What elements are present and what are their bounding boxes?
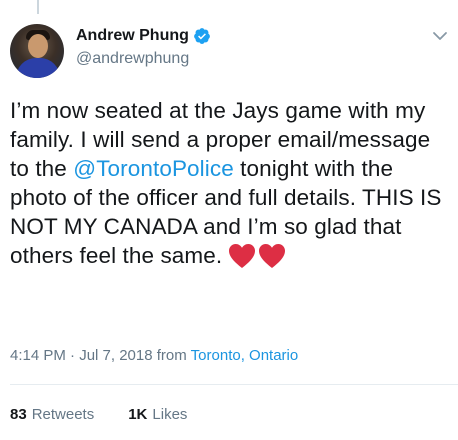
likes-label: Likes: [152, 406, 188, 423]
tweet-stats: 83 Retweets 1K Likes: [10, 406, 187, 423]
retweets-count: 83: [10, 406, 27, 423]
avatar[interactable]: [10, 24, 64, 78]
tweet-text: I’m now seated at the Jays game with my …: [10, 96, 450, 276]
tweet-timestamp[interactable]: 4:14 PM · Jul 7, 2018: [10, 347, 153, 364]
red-heart-icon: [228, 243, 256, 269]
thread-connector-line: [37, 0, 39, 14]
chevron-down-icon[interactable]: [432, 28, 448, 44]
tweet-metadata: 4:14 PM · Jul 7, 2018 from Toronto, Onta…: [10, 347, 298, 364]
location-link[interactable]: Toronto, Ontario: [191, 347, 299, 364]
author-display-name[interactable]: Andrew Phung: [76, 27, 189, 45]
emoji-group: [228, 243, 288, 276]
retweets-stat[interactable]: 83 Retweets: [10, 406, 94, 423]
likes-stat[interactable]: 1K Likes: [128, 406, 187, 423]
verified-badge-icon: [193, 27, 211, 45]
red-heart-icon: [258, 243, 286, 269]
retweets-label: Retweets: [31, 406, 95, 423]
divider: [10, 384, 458, 385]
author-name-row[interactable]: Andrew Phung: [76, 27, 211, 45]
author-handle[interactable]: @andrewphung: [76, 50, 189, 68]
likes-count: 1K: [128, 406, 148, 423]
mention-link[interactable]: @TorontoPolice: [73, 156, 234, 181]
location-prefix: from: [156, 347, 187, 364]
